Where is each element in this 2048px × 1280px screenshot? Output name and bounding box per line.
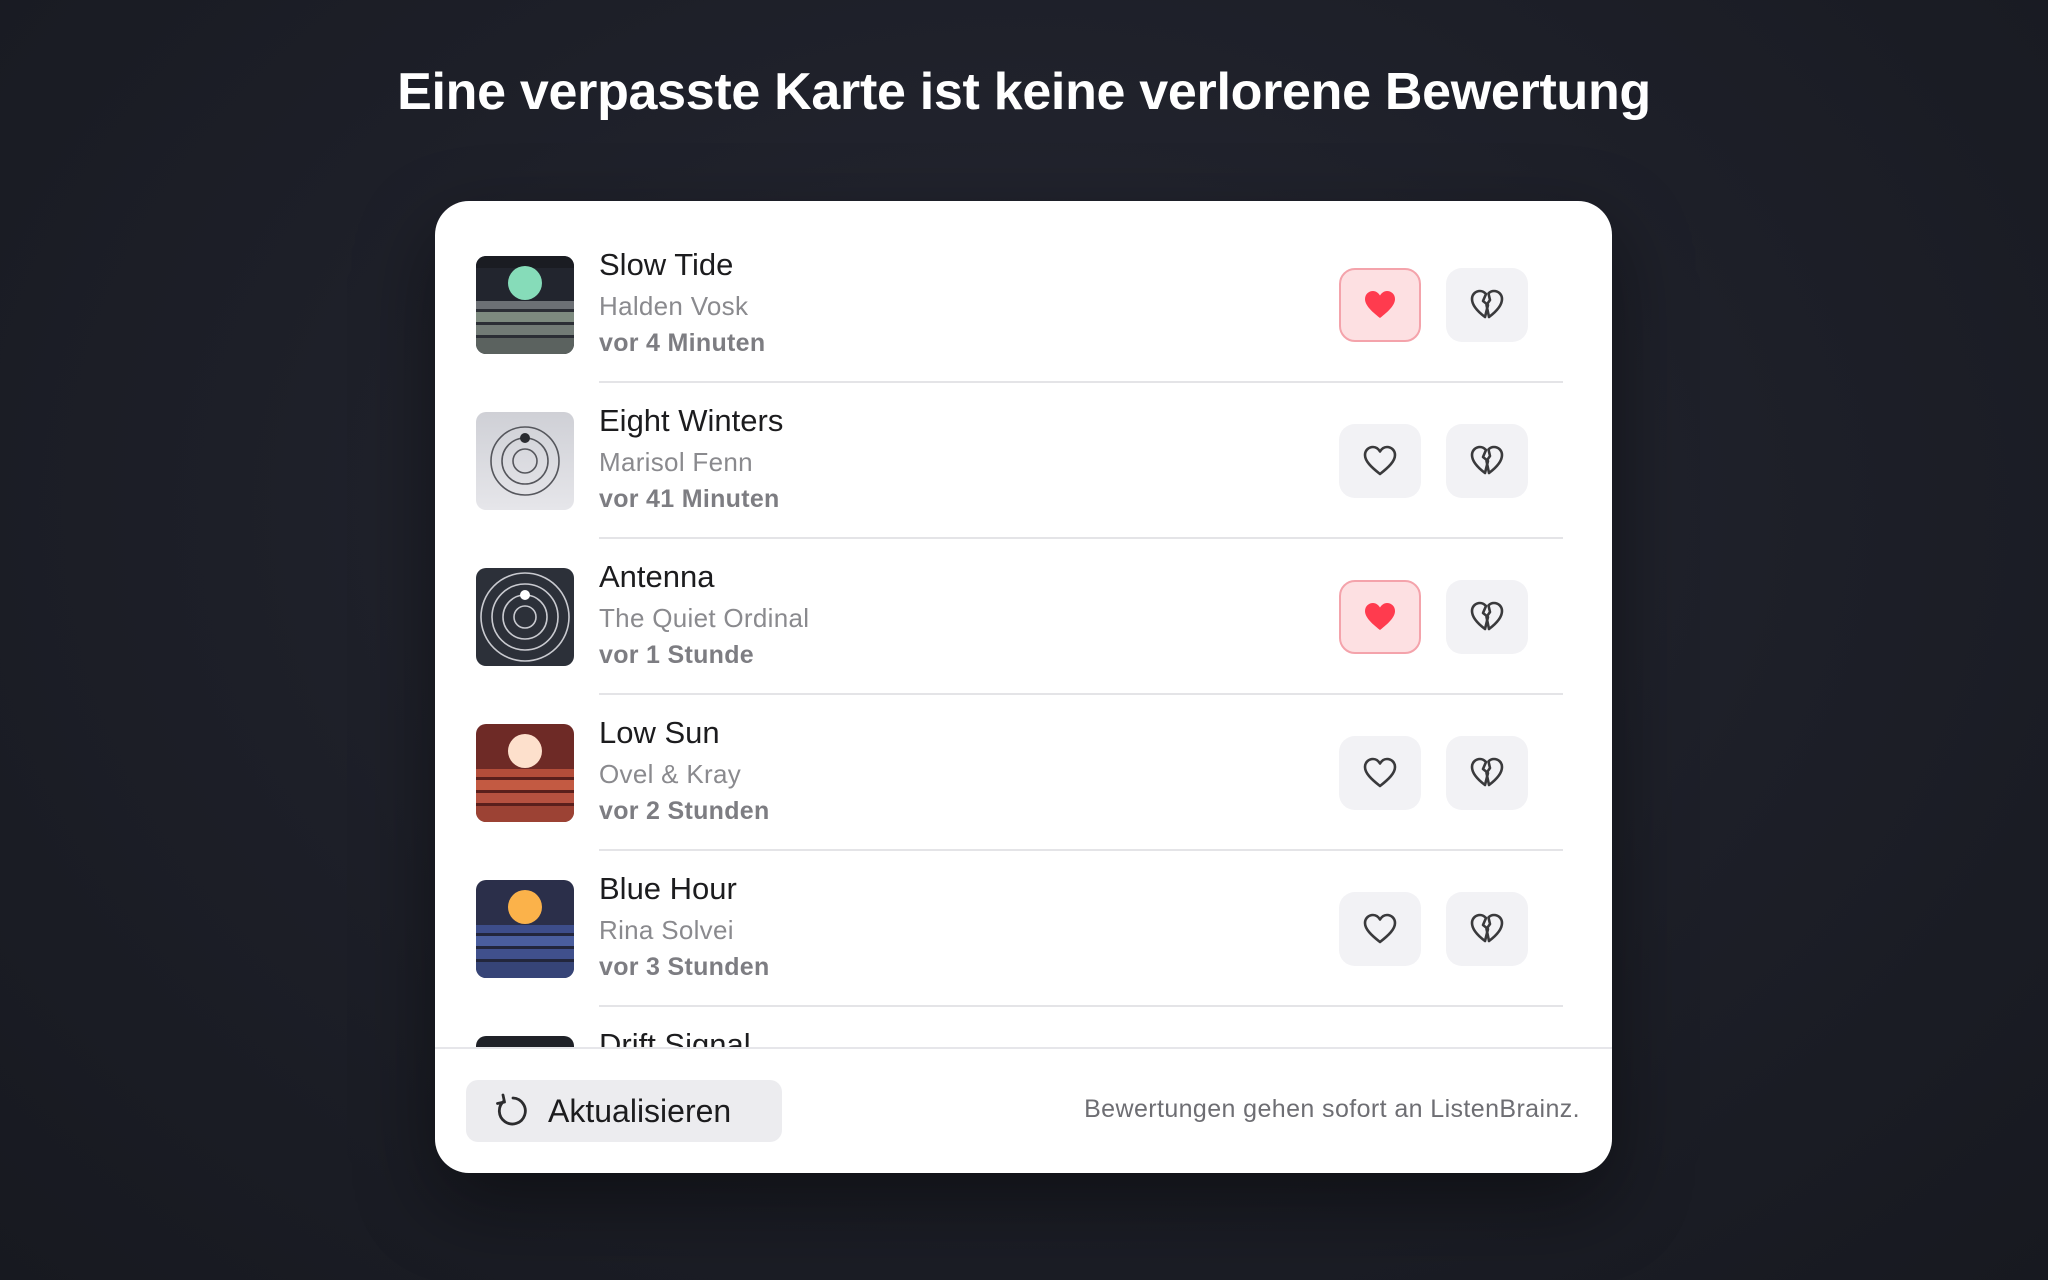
track-row: Slow Tide Halden Vosk vor 4 Minuten [435,201,1612,383]
track-row: Antenna The Quiet Ordinal vor 1 Stunde [435,513,1612,695]
track-row: Drift Signal [435,981,1612,1047]
track-row: Eight Winters Marisol Fenn vor 41 Minute… [435,357,1612,539]
broken-heart-icon [1470,913,1504,943]
track-list[interactable]: Slow Tide Halden Vosk vor 4 Minuten Eigh… [435,201,1612,1047]
page-headline: Eine verpasste Karte ist keine verlorene… [397,63,1651,121]
track-title: Antenna [599,559,715,594]
track-artist: Halden Vosk [599,291,749,321]
album-cover [476,880,574,978]
track-title: Eight Winters [599,403,784,438]
hate-button[interactable] [1446,580,1528,654]
refresh-button[interactable]: Aktualisieren [466,1080,782,1142]
broken-heart-icon [1470,757,1504,787]
track-time: vor 3 Stunden [599,953,770,981]
track-artist: The Quiet Ordinal [599,603,810,633]
track-artist: Marisol Fenn [599,447,753,477]
track-row: Low Sun Ovel & Kray vor 2 Stunden [435,669,1612,851]
track-time: vor 41 Minuten [599,485,780,513]
track-artist: Ovel & Kray [599,759,742,789]
track-artist: Rina Solvei [599,915,734,945]
heart-icon [1365,291,1395,318]
track-title: Low Sun [599,715,720,750]
love-button[interactable] [1339,580,1421,654]
broken-heart-icon [1470,289,1504,319]
album-cover [476,724,574,822]
love-button[interactable] [1339,424,1421,498]
track-time: vor 1 Stunde [599,641,755,669]
refresh-icon [496,1093,527,1126]
broken-heart-icon [1470,445,1504,475]
love-button[interactable] [1339,736,1421,810]
recent-tracks-card: Slow Tide Halden Vosk vor 4 Minuten Eigh… [435,201,1612,1173]
heart-icon [1365,603,1395,630]
footer-note: Bewertungen gehen sofort an ListenBrainz… [1084,1095,1580,1123]
love-button[interactable] [1339,892,1421,966]
album-cover [476,256,574,354]
album-cover [476,412,574,510]
track-title: Blue Hour [599,871,737,906]
track-time: vor 4 Minuten [599,329,766,357]
heart-icon [1363,757,1397,788]
album-cover [476,568,574,666]
track-time: vor 2 Stunden [599,797,770,825]
hate-button[interactable] [1446,736,1528,810]
refresh-label: Aktualisieren [548,1092,732,1129]
track-title: Slow Tide [599,247,734,282]
hate-button[interactable] [1446,424,1528,498]
track-row: Blue Hour Rina Solvei vor 3 Stunden [435,825,1612,1007]
album-cover [476,1036,574,1047]
heart-icon [1363,913,1397,944]
heart-icon [1363,445,1397,476]
love-button[interactable] [1339,268,1421,342]
track-title: Drift Signal [599,1027,751,1047]
footer-divider [435,1047,1612,1049]
hate-button[interactable] [1446,892,1528,966]
broken-heart-icon [1470,601,1504,631]
hate-button[interactable] [1446,268,1528,342]
